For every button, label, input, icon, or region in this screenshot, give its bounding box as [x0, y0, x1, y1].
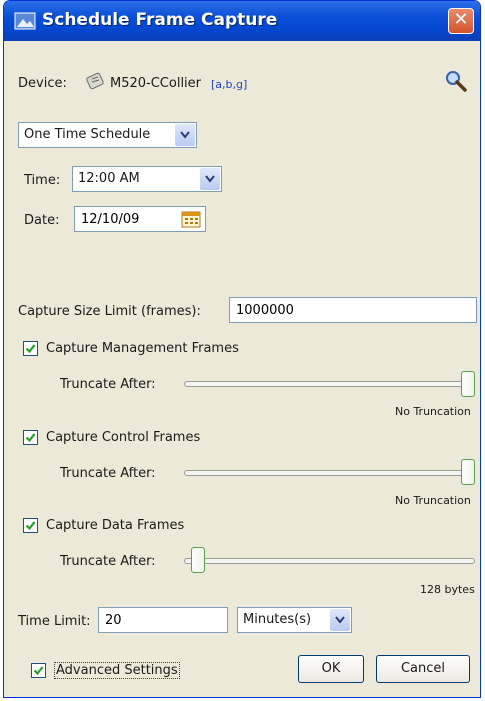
close-button[interactable]: ✕ — [448, 8, 474, 34]
dialog-title: Schedule Frame Capture — [42, 10, 278, 30]
time-limit-input[interactable] — [99, 608, 227, 632]
date-field[interactable] — [74, 206, 206, 232]
device-label: Device: — [18, 76, 67, 91]
capture-size-label: Capture Size Limit (frames): — [18, 304, 201, 319]
cancel-button[interactable]: Cancel — [376, 655, 470, 683]
device-bands: [a,b,g] — [211, 78, 248, 91]
capture-management-checkbox[interactable] — [23, 341, 38, 356]
capture-control-checkbox[interactable] — [23, 430, 38, 445]
management-truncate-slider-track[interactable] — [184, 381, 475, 387]
control-truncate-label: Truncate After: — [60, 466, 156, 481]
capture-size-field[interactable] — [229, 297, 477, 323]
calendar-icon[interactable] — [181, 210, 201, 232]
time-label: Time: — [24, 173, 61, 188]
capture-control-label: Capture Control Frames — [46, 430, 201, 445]
time-value: 12:00 AM — [78, 171, 140, 186]
chevron-down-icon[interactable] — [175, 124, 195, 146]
wireless-device-icon — [84, 70, 106, 96]
control-truncate-slider-thumb[interactable] — [461, 459, 475, 485]
schedule-type-select[interactable]: One Time Schedule — [18, 122, 197, 148]
date-input[interactable] — [75, 207, 175, 231]
management-truncate-value: No Truncation — [395, 405, 471, 418]
time-limit-field[interactable] — [98, 607, 228, 633]
management-truncate-label: Truncate After: — [60, 377, 156, 392]
advanced-settings-checkbox[interactable] — [31, 663, 46, 678]
capture-data-checkbox[interactable] — [23, 518, 38, 533]
date-label: Date: — [24, 213, 60, 228]
data-truncate-label: Truncate After: — [60, 554, 156, 569]
capture-window-icon — [14, 11, 36, 31]
management-truncate-slider-thumb[interactable] — [461, 371, 475, 397]
schedule-type-value: One Time Schedule — [24, 127, 151, 142]
chevron-down-icon[interactable] — [200, 168, 220, 190]
capture-size-input[interactable] — [230, 298, 476, 322]
chevron-down-icon[interactable] — [330, 609, 350, 631]
time-limit-unit-select[interactable]: Minutes(s) — [237, 607, 352, 633]
ok-button[interactable]: OK — [298, 655, 364, 683]
data-truncate-slider-thumb[interactable] — [191, 547, 205, 573]
time-limit-label: Time Limit: — [18, 614, 91, 629]
title-bar[interactable]: Schedule Frame Capture ✕ — [4, 1, 480, 41]
control-truncate-value: No Truncation — [395, 494, 471, 507]
advanced-settings-label[interactable]: Advanced Settings — [54, 662, 180, 679]
data-truncate-slider-track[interactable] — [184, 558, 475, 564]
device-name: M520-CCollier — [110, 76, 202, 91]
magnifier-icon[interactable] — [444, 69, 468, 97]
control-truncate-slider-track[interactable] — [184, 470, 475, 476]
schedule-frame-capture-dialog: Schedule Frame Capture ✕ Device: M520-CC… — [3, 0, 481, 698]
capture-data-label: Capture Data Frames — [46, 518, 185, 533]
time-limit-unit-value: Minutes(s) — [243, 612, 312, 627]
time-select[interactable]: 12:00 AM — [72, 166, 222, 192]
data-truncate-value: 128 bytes — [420, 583, 475, 596]
capture-management-label: Capture Management Frames — [46, 341, 239, 356]
